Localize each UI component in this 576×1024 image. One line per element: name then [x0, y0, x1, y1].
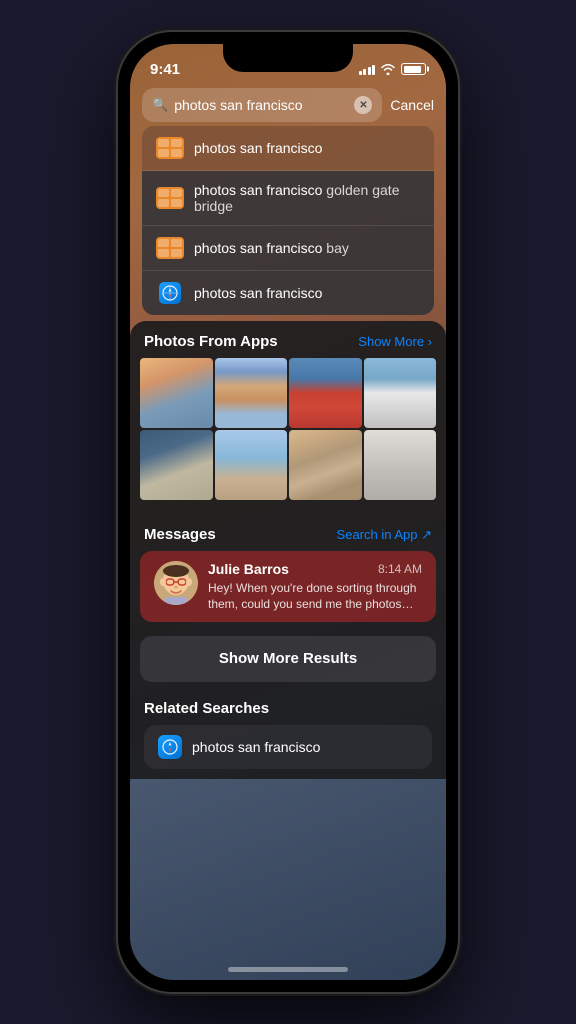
signal-bars-icon [359, 63, 376, 75]
photo-cell-8[interactable] [364, 430, 437, 500]
related-item-1[interactable]: photos san francisco [144, 725, 432, 769]
messages-section-header: Messages Search in App ↗ [130, 514, 446, 551]
message-sender-name: Julie Barros [208, 561, 289, 577]
related-searches-section: Related Searches photos san francisco [130, 692, 446, 779]
suggestion-text-3: photos san francisco bay [194, 240, 420, 256]
search-bar-row: 🔍 photos san francisco ✕ Cancel [142, 88, 434, 122]
battery-fill [404, 66, 421, 73]
related-safari-icon [158, 735, 182, 759]
notch [223, 44, 353, 72]
memoji-avatar [154, 561, 198, 605]
related-compass-icon [162, 739, 178, 755]
suggestion-item-2[interactable]: photos san francisco golden gate bridge [142, 171, 434, 226]
search-overlay: 🔍 photos san francisco ✕ Cancel [130, 88, 446, 315]
signal-bar-3 [368, 67, 371, 75]
related-searches-title: Related Searches [144, 700, 432, 717]
suggestion-icon-1 [156, 137, 184, 159]
photos-app-icon-3 [156, 237, 184, 259]
photos-app-icon [156, 137, 184, 159]
search-icon: 🔍 [152, 97, 168, 113]
suggestion-text-2: photos san francisco golden gate bridge [194, 182, 420, 214]
message-top-row: Julie Barros 8:14 AM [208, 561, 422, 577]
show-more-results-button[interactable]: Show More Results [140, 636, 436, 682]
suggestions-list: photos san francisco [142, 126, 434, 315]
status-time: 9:41 [150, 61, 180, 78]
photo-cell-7[interactable] [289, 430, 362, 500]
show-more-results-label: Show More Results [219, 650, 357, 667]
suggestion-icon-3 [156, 237, 184, 259]
message-content-julie: Julie Barros 8:14 AM Hey! When you're do… [208, 561, 422, 612]
phone-frame: 9:41 [118, 32, 458, 992]
avatar-julie [154, 561, 198, 605]
messages-search-in-app-link[interactable]: Search in App ↗ [337, 527, 432, 543]
phone-screen: 9:41 [130, 44, 446, 980]
photo-cell-6[interactable] [215, 430, 288, 500]
home-indicator [228, 967, 348, 972]
messages-section: Messages Search in App ↗ [130, 510, 446, 632]
message-preview-text: Hey! When you're done sorting through th… [208, 580, 422, 612]
photo-cell-3[interactable] [289, 358, 362, 428]
safari-compass-icon [162, 285, 178, 301]
status-icons [359, 63, 427, 75]
results-container: Photos From Apps Show More › Messages Se… [130, 321, 446, 779]
photos-show-more-link[interactable]: Show More › [358, 334, 432, 349]
message-timestamp: 8:14 AM [378, 562, 422, 576]
suggestion-item-1[interactable]: photos san francisco [142, 126, 434, 171]
photos-app-icon-2 [156, 187, 184, 209]
signal-bar-4 [372, 65, 375, 75]
signal-bar-1 [359, 71, 362, 75]
suggestion-text-1: photos san francisco [194, 140, 420, 156]
messages-section-title: Messages [144, 526, 216, 543]
suggestion-text-4: photos san francisco [194, 285, 420, 301]
search-query-text: photos san francisco [174, 97, 348, 113]
suggestion-item-3[interactable]: photos san francisco bay [142, 226, 434, 271]
photos-section-title: Photos From Apps [144, 333, 278, 350]
suggestion-item-4[interactable]: photos san francisco [142, 271, 434, 315]
battery-icon [401, 63, 426, 75]
photo-cell-2[interactable] [215, 358, 288, 428]
photos-section-header: Photos From Apps Show More › [130, 321, 446, 358]
message-item-julie[interactable]: Julie Barros 8:14 AM Hey! When you're do… [140, 551, 436, 622]
cancel-button[interactable]: Cancel [390, 97, 434, 113]
clear-icon: ✕ [359, 100, 367, 111]
photo-cell-1[interactable] [140, 358, 213, 428]
signal-bar-2 [363, 69, 366, 75]
clear-search-button[interactable]: ✕ [354, 96, 372, 114]
photo-cell-5[interactable] [140, 430, 213, 500]
photo-cell-4[interactable] [364, 358, 437, 428]
suggestion-icon-2 [156, 187, 184, 209]
suggestion-bold-1: photos san francisco [194, 140, 322, 156]
related-item-1-text: photos san francisco [192, 739, 320, 755]
safari-icon [159, 282, 181, 304]
suggestion-icon-4 [156, 282, 184, 304]
photo-grid [130, 358, 446, 510]
wifi-icon [380, 63, 396, 75]
search-input-wrapper[interactable]: 🔍 photos san francisco ✕ [142, 88, 382, 122]
